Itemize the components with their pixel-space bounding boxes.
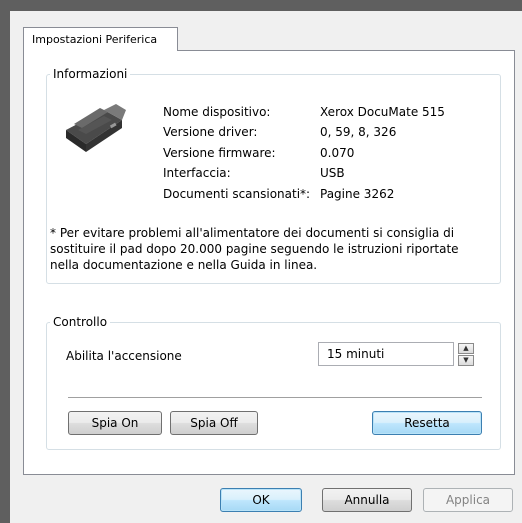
spia-on-label: Spia On (91, 416, 139, 430)
cancel-button[interactable]: Annulla (322, 488, 412, 512)
tab-impostazioni-periferica[interactable]: Impostazioni Periferica (23, 27, 178, 51)
apply-label: Applica (445, 493, 491, 507)
control-separator (68, 397, 482, 399)
reset-label: Resetta (404, 416, 450, 430)
power-timeout-value: 15 minuti (327, 347, 385, 361)
info-label-device-name: Nome dispositivo: (163, 105, 271, 119)
tab-label: Impostazioni Periferica (32, 33, 158, 46)
info-value-scanned-docs: Pagine 3262 (320, 187, 395, 201)
info-label-interface: Interfaccia: (163, 166, 231, 180)
info-value-device-name: Xerox DocuMate 515 (320, 105, 445, 119)
power-label: Abilita l'accensione (66, 349, 182, 363)
reset-button[interactable]: Resetta (372, 411, 482, 435)
spia-on-button[interactable]: Spia On (68, 411, 162, 435)
ok-label: OK (252, 493, 270, 507)
info-group-label: Informazioni (50, 67, 131, 81)
scanner-icon (66, 104, 126, 152)
window-frame-left (0, 0, 10, 523)
window-frame-top (0, 0, 522, 11)
info-value-firmware-version: 0.070 (320, 146, 355, 160)
power-timeout-field[interactable]: 15 minuti (318, 342, 454, 366)
ok-button[interactable]: OK (220, 488, 302, 512)
info-value-interface: USB (320, 166, 345, 180)
spin-down-button[interactable]: ▼ (458, 355, 474, 366)
spia-off-label: Spia Off (190, 416, 238, 430)
cancel-label: Annulla (344, 493, 390, 507)
spin-up-button[interactable]: ▲ (458, 343, 474, 354)
info-label-scanned-docs: Documenti scansionati*: (163, 187, 311, 201)
control-group-label: Controllo (50, 315, 111, 329)
apply-button[interactable]: Applica (423, 488, 513, 512)
spia-off-button[interactable]: Spia Off (170, 411, 258, 435)
info-value-driver-version: 0, 59, 8, 326 (320, 125, 397, 139)
pad-replacement-note: * Per evitare problemi all'alimentatore … (50, 226, 459, 272)
dialog-window: Impostazioni Periferica Informazioni Nom… (0, 0, 522, 523)
info-label-driver-version: Versione driver: (163, 125, 258, 139)
info-label-firmware-version: Versione firmware: (163, 146, 276, 160)
